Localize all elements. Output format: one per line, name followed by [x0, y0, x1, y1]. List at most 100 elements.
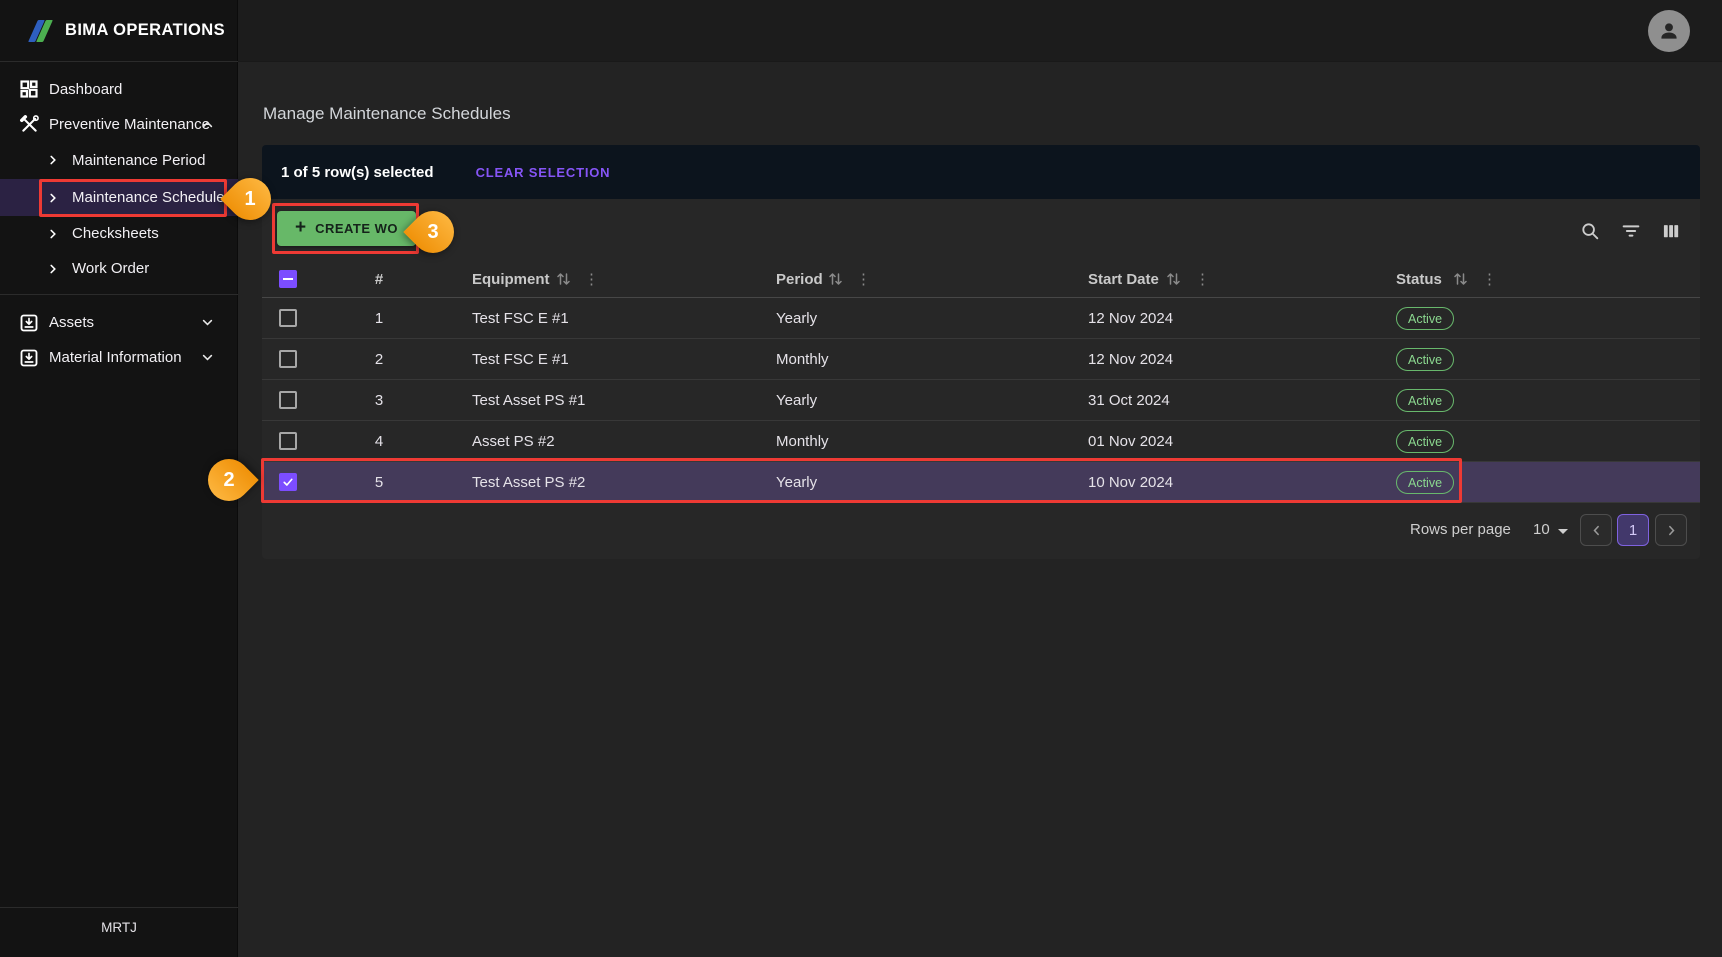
chevron-right-icon [1665, 524, 1678, 537]
row-num: 1 [359, 298, 399, 339]
chevron-right-icon [47, 191, 61, 205]
app-screen: BIMA OPERATIONS Dashboard Preventive [0, 0, 1722, 957]
row-checkbox[interactable] [279, 391, 297, 409]
row-start-date: 12 Nov 2024 [1088, 339, 1173, 380]
tools-icon [18, 113, 40, 135]
sort-icon[interactable] [557, 260, 570, 298]
status-badge: Active [1396, 430, 1454, 453]
pagination-bar: Rows per page 10 1 [262, 503, 1700, 557]
table-row[interactable]: 2 Test FSC E #1 Monthly 12 Nov 2024 Acti… [262, 339, 1700, 380]
assets-box-download-icon [18, 312, 40, 334]
row-start-date: 10 Nov 2024 [1088, 462, 1173, 503]
status-badge: Active [1396, 307, 1454, 330]
row-period: Monthly [776, 339, 829, 380]
column-menu-icon[interactable]: ⋮ [856, 260, 871, 298]
selection-summary: 1 of 5 row(s) selected [281, 164, 434, 181]
topbar [238, 0, 1722, 62]
column-header-num[interactable]: # [359, 260, 399, 298]
caret-down-icon[interactable] [1558, 529, 1568, 534]
column-header-equipment[interactable]: Equipment [472, 260, 550, 298]
material-box-download-icon [18, 347, 40, 369]
page-number-button[interactable]: 1 [1617, 514, 1649, 546]
main-content: Manage Maintenance Schedules 1 of 5 row(… [238, 62, 1722, 957]
sidebar-footer-label: MRTJ [0, 920, 238, 935]
row-equipment: Test FSC E #1 [472, 339, 569, 380]
sidebar-item-work-order[interactable]: Work Order [0, 251, 238, 286]
chevron-up-icon[interactable] [201, 118, 214, 131]
column-menu-icon[interactable]: ⋮ [584, 260, 599, 298]
dashboard-icon [18, 78, 40, 100]
next-page-button[interactable] [1655, 514, 1687, 546]
rows-per-page-select[interactable]: 10 [1533, 521, 1550, 538]
row-checkbox[interactable] [279, 309, 297, 327]
table-row[interactable]: 1 Test FSC E #1 Yearly 12 Nov 2024 Activ… [262, 298, 1700, 339]
column-header-period[interactable]: Period [776, 260, 823, 298]
clear-selection-button[interactable]: CLEAR SELECTION [476, 165, 611, 180]
sidebar-item-maintenance-schedule[interactable]: Maintenance Schedule [0, 179, 238, 216]
prev-page-button[interactable] [1580, 514, 1612, 546]
sidebar-item-assets[interactable]: Assets [0, 305, 238, 340]
status-badge: Active [1396, 471, 1454, 494]
sidebar-footer-divider [0, 907, 238, 908]
column-header-status[interactable]: Status [1396, 260, 1442, 298]
row-num: 3 [359, 380, 399, 421]
chevron-down-icon[interactable] [201, 351, 214, 364]
sidebar-item-preventive-maintenance[interactable]: Preventive Maintenance [0, 106, 238, 142]
row-start-date: 12 Nov 2024 [1088, 298, 1173, 339]
row-equipment: Asset PS #2 [472, 421, 555, 462]
row-start-date: 31 Oct 2024 [1088, 380, 1170, 421]
row-checkbox-checked[interactable] [279, 473, 297, 491]
row-start-date: 01 Nov 2024 [1088, 421, 1173, 462]
columns-icon[interactable] [1657, 217, 1685, 245]
selection-bar: 1 of 5 row(s) selected CLEAR SELECTION [262, 145, 1700, 199]
row-period: Yearly [776, 380, 817, 421]
table-row[interactable]: 4 Asset PS #2 Monthly 01 Nov 2024 Active [262, 421, 1700, 462]
row-checkbox[interactable] [279, 350, 297, 368]
sidebar-item-material-information[interactable]: Material Information [0, 340, 238, 375]
row-period: Monthly [776, 421, 829, 462]
column-menu-icon[interactable]: ⋮ [1195, 260, 1210, 298]
row-period: Yearly [776, 298, 817, 339]
row-num: 4 [359, 421, 399, 462]
plus-icon: + [295, 217, 306, 239]
row-num: 2 [359, 339, 399, 380]
chevron-right-icon [47, 262, 61, 276]
create-wo-button[interactable]: + CREATE WO [277, 211, 416, 246]
row-period: Yearly [776, 462, 817, 503]
sidebar-item-dashboard[interactable]: Dashboard [0, 72, 238, 106]
user-avatar-button[interactable] [1648, 10, 1690, 52]
chevron-right-icon [47, 227, 61, 241]
search-icon[interactable] [1576, 217, 1604, 245]
schedules-table-card: 1 of 5 row(s) selected CLEAR SELECTION +… [262, 145, 1700, 559]
brand-title: BIMA OPERATIONS [65, 21, 225, 40]
select-all-checkbox[interactable] [279, 270, 297, 288]
rows-per-page-label: Rows per page [1410, 521, 1511, 538]
brand-logo-icon [30, 20, 56, 42]
chevron-right-icon [47, 153, 61, 167]
brand-header: BIMA OPERATIONS [0, 0, 238, 62]
user-icon [1656, 18, 1682, 44]
row-equipment: Test Asset PS #2 [472, 462, 585, 503]
check-icon [282, 476, 294, 488]
row-equipment: Test Asset PS #1 [472, 380, 585, 421]
sort-icon[interactable] [829, 260, 842, 298]
filter-icon[interactable] [1617, 217, 1645, 245]
indeterminate-minus-icon [283, 278, 293, 280]
chevron-left-icon [1590, 524, 1603, 537]
table-header-row: # Equipment ⋮ Period ⋮ Start Date ⋮ Stat… [262, 260, 1700, 298]
column-menu-icon[interactable]: ⋮ [1482, 260, 1497, 298]
sort-icon[interactable] [1167, 260, 1180, 298]
chevron-down-icon[interactable] [201, 316, 214, 329]
row-equipment: Test FSC E #1 [472, 298, 569, 339]
sidebar-divider [0, 294, 238, 295]
page-title: Manage Maintenance Schedules [263, 104, 511, 124]
column-header-start-date[interactable]: Start Date [1088, 260, 1159, 298]
sidebar-item-maintenance-period[interactable]: Maintenance Period [0, 143, 238, 177]
table-row[interactable]: 3 Test Asset PS #1 Yearly 31 Oct 2024 Ac… [262, 380, 1700, 421]
sidebar-item-checksheets[interactable]: Checksheets [0, 216, 238, 251]
status-badge: Active [1396, 389, 1454, 412]
table-row-selected[interactable]: 5 Test Asset PS #2 Yearly 10 Nov 2024 Ac… [262, 462, 1700, 503]
row-checkbox[interactable] [279, 432, 297, 450]
sidebar: BIMA OPERATIONS Dashboard Preventive [0, 0, 238, 957]
sort-icon[interactable] [1454, 260, 1467, 298]
